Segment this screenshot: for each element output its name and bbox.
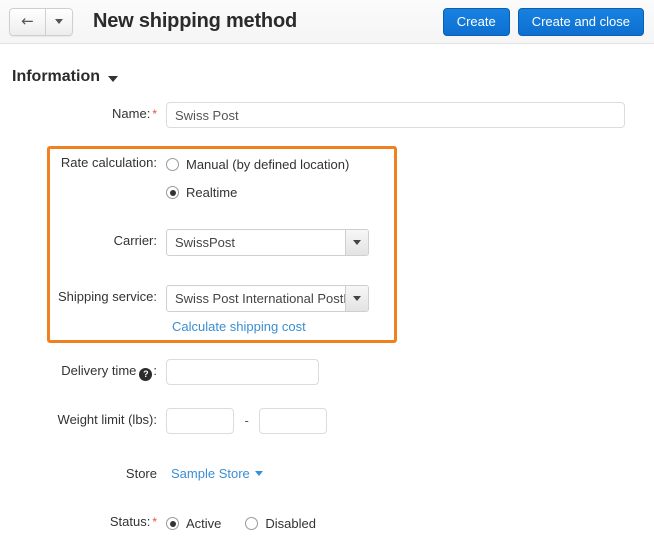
name-label-cell: Name: * xyxy=(0,100,166,121)
section-title: Information xyxy=(12,68,100,85)
form-row-shipping-service: Shipping service: Swiss Post Internation… xyxy=(0,283,654,334)
radio-option-manual[interactable]: Manual (by defined location) xyxy=(166,154,654,175)
name-label: Name: xyxy=(112,106,151,121)
weight-limit-min-input[interactable] xyxy=(166,408,234,434)
required-marker: * xyxy=(152,107,157,121)
store-label: Store xyxy=(125,466,157,481)
shipping-service-field-cell: Swiss Post International PostPa Calculat… xyxy=(166,283,654,334)
back-dropdown-button[interactable] xyxy=(45,7,73,36)
name-field-cell xyxy=(166,100,654,128)
arrow-left-icon: ← xyxy=(21,12,34,30)
radio-manual-label[interactable]: Manual (by defined location) xyxy=(186,157,349,172)
delivery-time-input[interactable] xyxy=(166,359,319,385)
weight-limit-max-input[interactable] xyxy=(259,408,328,434)
shipping-service-select-arrow[interactable] xyxy=(345,286,368,311)
delivery-time-label: Delivery time xyxy=(61,363,137,378)
store-value: Sample Store xyxy=(171,466,250,481)
form-row-name: Name: * xyxy=(0,100,654,128)
calculate-link-wrap: Calculate shipping cost xyxy=(172,319,654,334)
chevron-down-icon xyxy=(353,240,361,245)
store-selector[interactable]: Sample Store xyxy=(171,466,263,481)
chevron-down-icon xyxy=(353,296,361,301)
form-row-weight-limit: Weight limit (lbs): - xyxy=(0,406,654,434)
rate-calculation-label: Rate calculation: xyxy=(60,155,157,170)
required-marker: * xyxy=(152,515,157,529)
shipping-service-select-value: Swiss Post International PostPa xyxy=(175,291,360,306)
radio-active-label[interactable]: Active xyxy=(186,516,221,531)
weight-limit-field-cell: - xyxy=(166,406,654,434)
radio-active[interactable] xyxy=(166,517,179,530)
form-row-delivery-time: Delivery time?: xyxy=(0,357,654,385)
name-input[interactable] xyxy=(166,102,625,128)
radio-disabled-label[interactable]: Disabled xyxy=(265,516,316,531)
back-button[interactable]: ← xyxy=(9,7,45,36)
weight-limit-label: Weight limit (lbs): xyxy=(57,412,157,427)
rate-calculation-options: Manual (by defined location) Realtime xyxy=(166,149,654,203)
caret-down-icon xyxy=(254,471,263,476)
status-options: Active Disabled xyxy=(166,508,654,534)
shipping-method-form: Name:* Rate calculation: Manual (by defi… xyxy=(0,100,654,534)
radio-realtime-label[interactable]: Realtime xyxy=(186,185,237,200)
radio-manual[interactable] xyxy=(166,158,179,171)
delivery-time-field-cell xyxy=(166,357,654,385)
calculate-shipping-cost-link[interactable]: Calculate shipping cost xyxy=(172,319,306,334)
create-button[interactable]: Create xyxy=(442,7,510,36)
form-row-carrier: Carrier: SwissPost xyxy=(0,227,654,259)
app-toolbar: ← New shipping method Create Create and … xyxy=(0,0,654,44)
shipping-service-label: Shipping service: xyxy=(58,289,157,304)
carrier-select[interactable]: SwissPost xyxy=(166,229,369,256)
weight-limit-separator: - xyxy=(244,413,249,428)
weight-limit-label-cell: Weight limit (lbs): xyxy=(0,406,166,427)
carrier-label: Carrier: xyxy=(113,233,157,248)
radio-option-disabled[interactable]: Disabled xyxy=(245,513,316,534)
store-label-cell: Store xyxy=(0,460,166,481)
carrier-select-value: SwissPost xyxy=(175,235,235,250)
page-title: New shipping method xyxy=(93,10,297,32)
shipping-service-label-cell: Shipping service: xyxy=(0,283,166,304)
store-field-cell: Sample Store xyxy=(166,460,654,481)
carrier-field-cell: SwissPost xyxy=(166,227,654,259)
delivery-time-label-suffix: : xyxy=(153,363,157,378)
radio-disabled[interactable] xyxy=(245,517,259,530)
rate-calculation-label-cell: Rate calculation: xyxy=(0,149,166,170)
form-row-status: Status: * Active Disabled xyxy=(0,508,654,534)
radio-option-realtime[interactable]: Realtime xyxy=(166,182,654,203)
status-label-cell: Status: * xyxy=(0,508,166,529)
carrier-select-arrow[interactable] xyxy=(345,230,368,255)
form-row-store: Store Sample Store xyxy=(0,460,654,481)
caret-down-icon xyxy=(55,19,63,24)
delivery-time-label-cell: Delivery time?: xyxy=(0,357,166,381)
form-row-rate-calculation: Rate calculation: Manual (by defined loc… xyxy=(0,149,654,203)
radio-option-active[interactable]: Active xyxy=(166,513,221,534)
information-section-header[interactable]: Information xyxy=(12,68,654,86)
caret-down-icon[interactable] xyxy=(108,75,118,82)
radio-realtime[interactable] xyxy=(166,186,179,199)
create-and-close-button[interactable]: Create and close xyxy=(517,7,644,36)
status-label: Status: xyxy=(109,514,151,529)
toolbar-actions: Create Create and close xyxy=(442,7,644,36)
shipping-service-select[interactable]: Swiss Post International PostPa xyxy=(166,285,369,312)
carrier-label-cell: Carrier: xyxy=(0,227,166,248)
back-button-group[interactable]: ← xyxy=(9,7,73,36)
question-mark-icon[interactable]: ? xyxy=(139,368,153,381)
